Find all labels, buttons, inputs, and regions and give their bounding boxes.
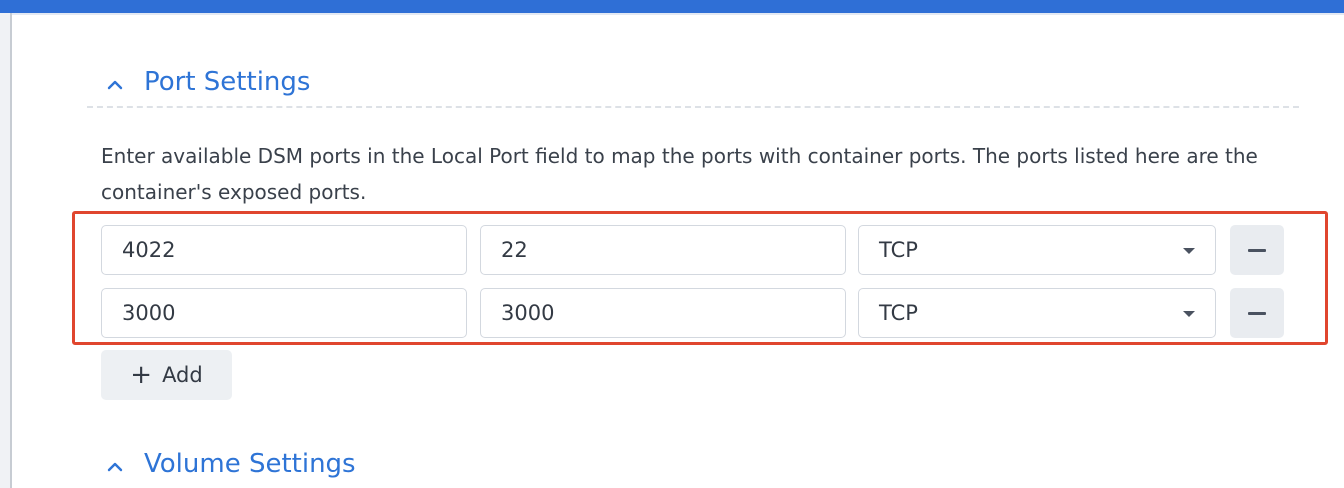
container-port-input[interactable]: 22 xyxy=(480,225,846,275)
local-port-value: 4022 xyxy=(122,238,176,262)
caret-down-icon xyxy=(1183,248,1195,254)
panel-left-border xyxy=(0,13,12,488)
container-port-input[interactable]: 3000 xyxy=(480,288,846,338)
protocol-value: TCP xyxy=(879,301,918,325)
container-port-value: 22 xyxy=(501,238,528,262)
container-port-value: 3000 xyxy=(501,301,555,325)
local-port-input[interactable]: 3000 xyxy=(101,288,467,338)
plus-icon: + xyxy=(130,360,153,390)
port-settings-header[interactable]: Port Settings xyxy=(100,62,310,102)
remove-port-button[interactable] xyxy=(1230,225,1284,275)
add-port-button[interactable]: + Add xyxy=(101,350,232,400)
local-port-input[interactable]: 4022 xyxy=(101,225,467,275)
top-bar-shadow xyxy=(0,13,1344,15)
volume-settings-title: Volume Settings xyxy=(144,449,356,479)
add-button-label: Add xyxy=(162,363,203,387)
section-divider xyxy=(87,106,1299,108)
port-settings-title: Port Settings xyxy=(144,67,311,97)
volume-settings-header[interactable]: Volume Settings xyxy=(100,444,356,484)
port-settings-description: Enter available DSM ports in the Local P… xyxy=(101,144,1258,204)
remove-port-button[interactable] xyxy=(1230,288,1284,338)
minus-icon xyxy=(1248,311,1266,315)
protocol-select[interactable]: TCP xyxy=(858,225,1216,275)
protocol-select[interactable]: TCP xyxy=(858,288,1216,338)
minus-icon xyxy=(1248,248,1266,252)
window-top-bar xyxy=(0,0,1344,13)
chevron-up-icon xyxy=(100,454,130,474)
chevron-up-icon xyxy=(100,72,130,92)
protocol-value: TCP xyxy=(879,238,918,262)
caret-down-icon xyxy=(1183,311,1195,317)
local-port-value: 3000 xyxy=(122,301,176,325)
port-settings-panel: Port Settings Enter available DSM ports … xyxy=(0,0,1344,488)
